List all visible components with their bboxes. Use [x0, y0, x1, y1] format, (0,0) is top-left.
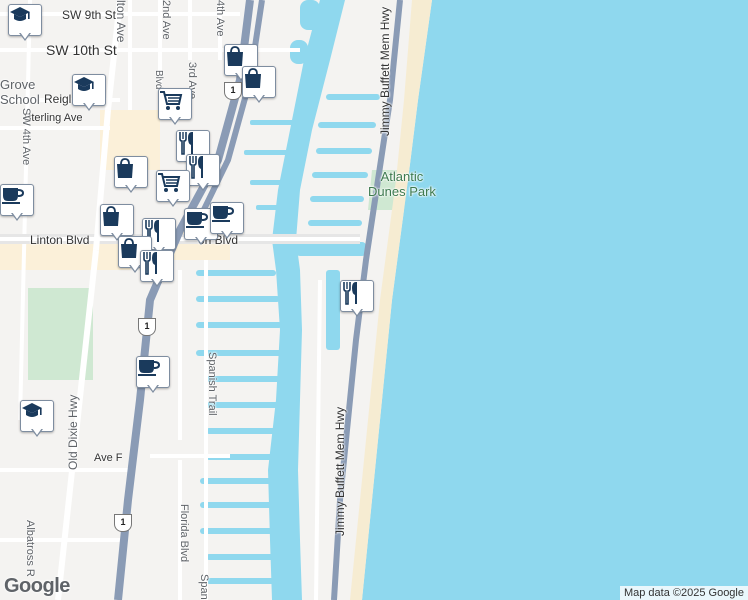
poi-marker[interactable]	[210, 202, 244, 240]
label-florida-blvd: Florida Blvd	[178, 504, 190, 563]
poi-marker[interactable]	[156, 170, 190, 208]
label-2nd-ave: 2nd Ave	[160, 0, 172, 40]
us1-shield: 1	[224, 82, 242, 100]
label-blvd-fragment: Blvd	[153, 70, 164, 90]
us1-shield: 1	[114, 514, 132, 532]
label-sw-4th-ave: SW 4th Ave	[20, 108, 32, 166]
poi-marker-pointer	[151, 278, 163, 287]
poi-marker-pointer	[31, 428, 43, 437]
poi-marker[interactable]	[72, 74, 106, 112]
poi-marker-pointer	[125, 184, 137, 193]
label-4th-ave: 4th Ave	[214, 0, 226, 37]
poi-marker[interactable]	[136, 356, 170, 394]
label-grove-school: Grove School	[0, 77, 40, 107]
label-spanish-trail: Spanish Trail	[206, 352, 218, 416]
poi-marker[interactable]	[340, 280, 374, 318]
label-reigl: Reigl	[44, 92, 72, 106]
label-sw-10th-st: SW 10th St	[46, 42, 117, 58]
poi-marker[interactable]	[186, 154, 220, 192]
label-jimmy-buffett-north: Jimmy Buffett Mem Hwy	[378, 6, 392, 136]
poi-marker-pointer	[197, 182, 209, 191]
poi-marker-pointer	[83, 102, 95, 111]
poi-marker[interactable]	[20, 400, 54, 438]
label-old-dixie-hwy: Old Dixie Hwy	[66, 394, 80, 470]
label-spanish-trail-south: Span	[198, 574, 210, 600]
label-sw-9th-st: SW 9th St	[62, 8, 117, 22]
park-name-line2: Dunes Park	[368, 184, 436, 199]
label-linton-blvd: Linton Blvd	[30, 233, 90, 247]
poi-marker-pointer	[195, 236, 207, 245]
us1-shield: 1	[138, 318, 156, 336]
park-name-line1: Atlantic	[380, 169, 424, 184]
poi-marker-pointer	[11, 212, 23, 221]
map-canvas[interactable]: SW 9th St SW 10th St lton Ave 2nd Ave 3r…	[0, 0, 748, 600]
map-attribution[interactable]: Map data ©2025 Google	[619, 586, 748, 600]
poi-marker[interactable]	[242, 66, 276, 104]
school-name-line1: Grove	[0, 77, 36, 92]
poi-marker-pointer	[167, 198, 179, 207]
poi-marker-pointer	[19, 32, 31, 41]
label-atlantic-dunes-park: Atlantic Dunes Park	[368, 169, 436, 199]
poi-marker-pointer	[147, 384, 159, 393]
poi-marker-pointer	[253, 94, 265, 103]
label-ave-f: Ave F	[94, 452, 123, 464]
poi-marker-pointer	[221, 230, 233, 239]
label-lyon-ave: lton Ave	[114, 0, 128, 43]
poi-marker-pointer	[351, 308, 363, 317]
poi-marker[interactable]	[0, 184, 34, 222]
poi-marker[interactable]	[140, 250, 174, 288]
poi-marker[interactable]	[158, 88, 192, 126]
label-sterling-ave: Sterling Ave	[24, 112, 83, 124]
label-jimmy-buffett-south: Jimmy Buffett Mem Hwy	[333, 406, 347, 536]
map-base	[0, 0, 748, 600]
google-logo: Google	[4, 575, 70, 597]
school-name-line2: School	[0, 92, 40, 107]
poi-marker-pointer	[169, 116, 181, 125]
poi-marker[interactable]	[8, 4, 42, 42]
poi-marker[interactable]	[114, 156, 148, 194]
label-albatross: Albatross R	[24, 520, 36, 577]
